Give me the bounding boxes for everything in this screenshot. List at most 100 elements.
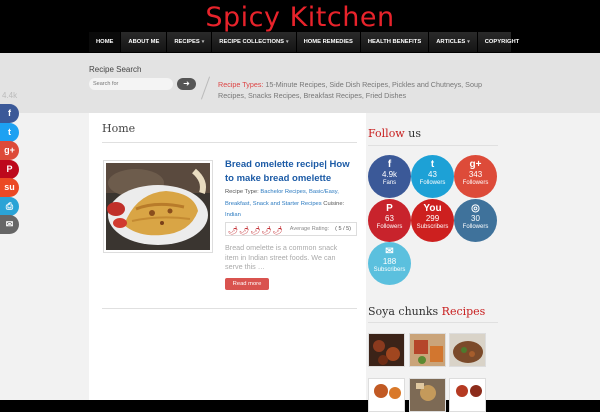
cuisine-label: Cuisine: bbox=[323, 200, 345, 207]
rating-chilies: 🌶🌶🌶🌶🌶 bbox=[228, 220, 284, 238]
recipe-image bbox=[410, 334, 445, 366]
chili-rating-icon: 🌶 bbox=[261, 226, 272, 235]
social-facebook-button[interactable]: f 4.9k Fans bbox=[368, 155, 411, 198]
post-excerpt: Bread omelette is a common snack item in… bbox=[225, 243, 338, 271]
share-pinterest-icon[interactable]: P bbox=[0, 159, 19, 179]
recipe-image bbox=[410, 379, 445, 411]
recipe-thumbnail[interactable] bbox=[368, 378, 405, 412]
share-facebook-icon[interactable]: f bbox=[0, 104, 19, 123]
chevron-down-icon: ▾ bbox=[201, 39, 205, 45]
social-label: Subscribers bbox=[416, 224, 449, 230]
rating-box: 🌶🌶🌶🌶🌶 Average Rating: ( 5 / 5) bbox=[225, 222, 357, 236]
follow-us-title: Follow us bbox=[368, 127, 421, 140]
divider bbox=[368, 145, 498, 146]
twitter-icon: t bbox=[430, 159, 435, 170]
facebook-icon: f bbox=[387, 159, 392, 170]
recipe-image bbox=[369, 334, 404, 366]
main-nav: HOME ABOUT ME RECIPES ▾ RECIPE COLLECTIONS ▾ H… bbox=[89, 32, 528, 52]
site-title[interactable]: Spicy Kitchen bbox=[0, 2, 600, 33]
follow-title-accent: Follow bbox=[368, 127, 405, 140]
divider bbox=[102, 308, 357, 309]
social-count: 63 bbox=[385, 214, 394, 223]
chili-rating-icon: 🌶 bbox=[272, 226, 283, 235]
nav-item-recipe-collections[interactable]: RECIPE COLLECTIONS ▾ bbox=[212, 32, 297, 52]
follow-title-suffix: us bbox=[408, 127, 421, 140]
social-google-plus-button[interactable]: g+ 343 Followers bbox=[454, 155, 497, 198]
social-count: 343 bbox=[468, 170, 483, 179]
nav-label: RECIPE COLLECTIONS bbox=[219, 39, 285, 45]
share-count: 4.4k bbox=[2, 91, 18, 100]
nav-label: ARTICLES bbox=[436, 39, 466, 45]
pinterest-icon: P bbox=[386, 203, 393, 214]
post-title[interactable]: Bread omelette recipe| How to make bread… bbox=[225, 158, 357, 186]
instagram-icon: ◎ bbox=[471, 203, 480, 214]
recipe-image bbox=[450, 379, 485, 411]
share-email-icon[interactable]: ✉ bbox=[0, 215, 19, 234]
nav-item-home-remedies[interactable]: HOME REMEDIES bbox=[297, 32, 361, 52]
recipe-thumbnail[interactable] bbox=[409, 378, 446, 412]
nav-label: HEALTH BENEFITS bbox=[367, 39, 422, 45]
omelette-image bbox=[106, 163, 210, 250]
rating-value: ( 5 / 5) bbox=[335, 226, 352, 232]
soya-title-accent: Recipes bbox=[441, 305, 486, 318]
nav-label: HOME REMEDIES bbox=[303, 39, 353, 45]
post-meta: Recipe Type: Bachelor Recipes, Basic/Eas… bbox=[225, 187, 360, 222]
divider bbox=[102, 142, 357, 143]
social-label: Followers bbox=[462, 180, 489, 186]
nav-label: HOME bbox=[96, 39, 114, 45]
soya-recipes-title: Soya chunks Recipes bbox=[368, 305, 485, 318]
chevron-down-icon: ▾ bbox=[286, 39, 289, 45]
social-count: 4.9k bbox=[381, 170, 398, 179]
share-google-plus-icon[interactable]: g+ bbox=[0, 141, 19, 160]
social-count: 188 bbox=[382, 257, 397, 266]
share-stumbleupon-icon[interactable]: su bbox=[0, 178, 19, 197]
social-count: 43 bbox=[428, 170, 437, 179]
recipe-thumbnail[interactable] bbox=[409, 333, 446, 367]
email-icon: ✉ bbox=[385, 246, 394, 257]
post-thumbnail[interactable] bbox=[103, 160, 213, 253]
social-label: Followers bbox=[419, 180, 446, 186]
social-count: 299 bbox=[425, 214, 440, 223]
nav-label: COPYRIGHT bbox=[484, 39, 520, 45]
social-instagram-button[interactable]: ◎ 30 Followers bbox=[454, 199, 497, 242]
social-count: 30 bbox=[471, 214, 480, 223]
social-twitter-button[interactable]: t 43 Followers bbox=[411, 155, 454, 198]
nav-item-copyright[interactable]: COPYRIGHT bbox=[478, 32, 528, 52]
nav-item-recipes[interactable]: RECIPES ▾ bbox=[167, 32, 213, 52]
rating-label: Average Rating: bbox=[289, 226, 330, 232]
chili-rating-icon: 🌶 bbox=[239, 226, 250, 235]
social-label: Followers bbox=[462, 224, 489, 230]
soya-title-prefix: Soya chunks bbox=[368, 305, 439, 318]
social-label: Subscribers bbox=[373, 267, 406, 273]
chili-rating-icon: 🌶 bbox=[250, 226, 261, 235]
recipe-thumbnail[interactable] bbox=[368, 333, 405, 367]
page-title: Home bbox=[102, 122, 136, 135]
chili-rating-icon: 🌶 bbox=[228, 226, 239, 235]
nav-label: ABOUT ME bbox=[128, 39, 160, 45]
nav-label: RECIPES bbox=[174, 39, 200, 45]
nav-item-articles[interactable]: ARTICLES ▾ bbox=[429, 32, 478, 52]
chevron-down-icon: ▾ bbox=[467, 39, 470, 45]
read-more-button[interactable]: Read more bbox=[225, 278, 269, 290]
recipe-search-title: Recipe Search bbox=[89, 65, 142, 74]
share-print-icon[interactable]: ⎙ bbox=[0, 196, 19, 216]
search-button[interactable]: ➜ bbox=[177, 78, 196, 90]
share-twitter-icon[interactable]: t bbox=[0, 122, 19, 142]
recipe-types: Recipe Types: 15-Minute Recipes, Side Di… bbox=[218, 80, 508, 101]
recipe-type-label: Recipe Type: bbox=[225, 189, 259, 195]
nav-item-about-me[interactable]: ABOUT ME bbox=[121, 32, 168, 52]
nav-item-home[interactable]: HOME bbox=[89, 32, 122, 52]
nav-item-health-benefits[interactable]: HEALTH BENEFITS bbox=[361, 32, 430, 52]
social-label: Followers bbox=[376, 224, 403, 230]
recipe-types-label: Recipe Types: bbox=[218, 80, 264, 89]
cuisine-link[interactable]: Indian bbox=[225, 212, 241, 218]
recipe-image bbox=[450, 334, 485, 366]
social-label: Fans bbox=[382, 180, 397, 186]
social-pinterest-button[interactable]: P 63 Followers bbox=[368, 199, 411, 242]
recipe-thumbnail[interactable] bbox=[449, 333, 486, 367]
search-input[interactable] bbox=[89, 78, 173, 90]
recipe-thumbnail[interactable] bbox=[449, 378, 486, 412]
social-email-button[interactable]: ✉ 188 Subscribers bbox=[368, 242, 411, 285]
social-youtube-button[interactable]: You 299 Subscribers bbox=[411, 199, 454, 242]
google-plus-icon: g+ bbox=[469, 159, 482, 170]
